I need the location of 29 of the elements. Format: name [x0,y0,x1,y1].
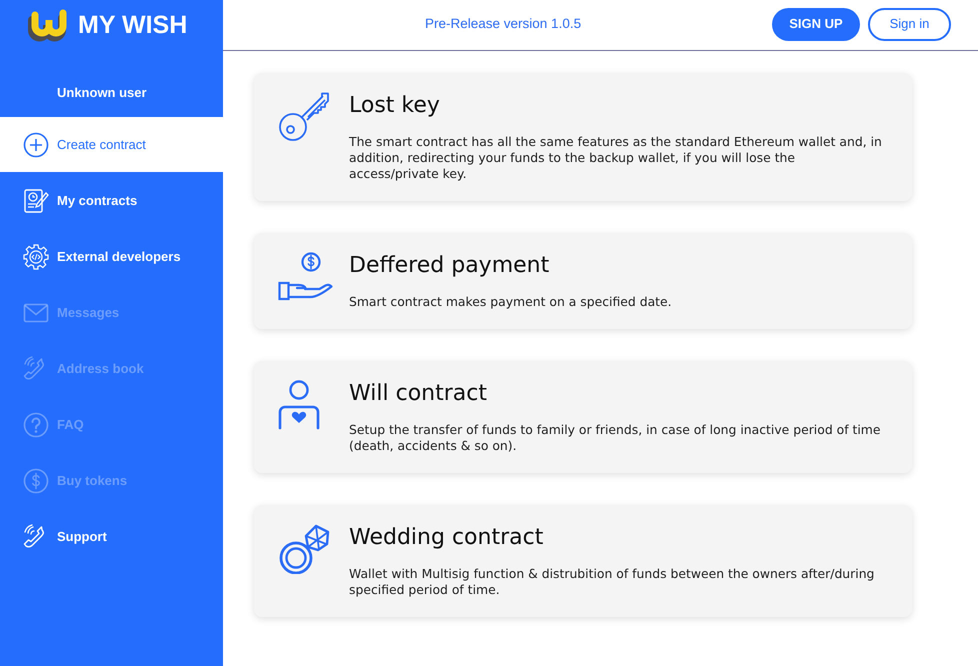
sign-up-button[interactable]: SIGN UP [772,8,860,40]
dollar-icon [23,468,49,494]
brand-name: MY WISH [78,10,188,40]
sign-in-button[interactable]: Sign in [868,8,951,40]
key-icon [278,92,330,142]
contract-card[interactable]: Lost key The smart contract has all the same features as the standard Ethereum wallet and, in addition, redirecting your funds to the backup wallet, if you will lose the access/private key. [254,73,912,201]
gear-icon [23,244,49,270]
person-heart-icon [278,380,322,430]
sidebar-item[interactable]: Support [0,509,223,565]
contract-title: Deffered payment [349,252,550,280]
contract-card[interactable]: Will contract Setup the transfer of funds to family or friends, in case of long inactive period of time (death, accidents & so on). [254,361,912,473]
contract-description: Setup the transfer of funds to family or friends, in case of long inactive period of time (death, accidents & so on). [349,422,882,454]
contract-description: Smart contract makes payment on a specified date. [349,294,673,310]
contract-title: Lost key [349,92,441,120]
contract-description: The smart contract has all the same features as the standard Ethereum wallet and, in addition, redirecting your funds to the backup wallet, if you will lose the access/private key. [349,134,883,182]
sidebar-item[interactable]: My contracts [0,173,223,229]
plus-icon [23,132,49,158]
sidebar-item[interactable]: External developers [0,229,223,285]
ring-icon [278,524,330,574]
document-pen-icon [23,188,49,214]
contract-title: Will contract [349,380,488,408]
sidebar-item[interactable]: Create contract [0,117,223,172]
contract-card[interactable]: Deffered payment Smart contract makes payment on a specified date. [254,233,912,329]
question-icon [23,412,49,438]
contract-title: Wedding contract [349,524,544,552]
contract-description: Wallet with Multisig function & distrubition of funds between the owners after/during specified period of time. [349,566,876,598]
user-name: Unknown user [57,85,147,101]
version-label: Pre-Release version 1.0.5 [425,14,582,33]
contract-card[interactable]: Wedding contract Wallet with Multisig function & distrubition of funds between the owners after/during specified period of time. [254,505,912,617]
